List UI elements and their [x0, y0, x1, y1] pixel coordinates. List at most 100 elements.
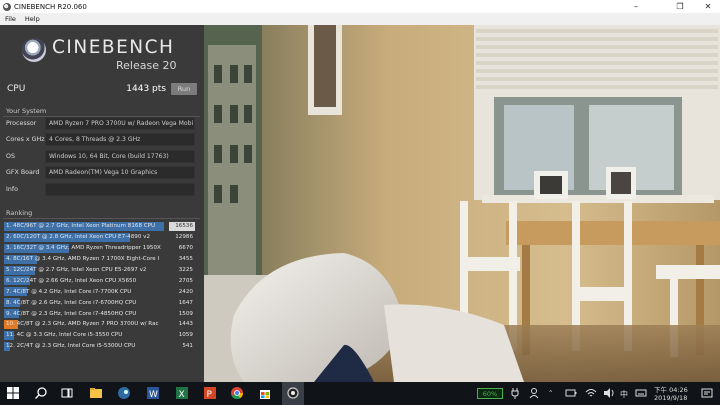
ranking-score: 1443 [178, 321, 193, 328]
system-info: Processor AMD Ryzen 7 PRO 3700U w/ Radeo… [3, 115, 200, 198]
ranking-row[interactable]: 10. 4C/8T @ 2.3 GHz, AMD Ryzen 7 PRO 370… [4, 319, 195, 330]
cinebench-app-icon [3, 2, 11, 11]
ranking-row[interactable]: 12. 2C/4T @ 2.3 GHz, Intel Core i5-5300U… [4, 341, 195, 352]
ranking-row[interactable]: 2. 60C/120T @ 2.8 GHz, Intel Xeon CPU E7… [4, 232, 195, 243]
ranking-label: 7. 4C/8T @ 4.2 GHz, Intel Core i7-7700K … [6, 288, 132, 295]
ranking-label: 9. 4C/8T @ 2.3 GHz, Intel Core i7-4850HQ… [6, 310, 137, 317]
system-key: Cores x GHz [6, 136, 45, 144]
excel-icon[interactable]: X [175, 386, 189, 400]
ranking-score: 2420 [178, 288, 193, 295]
ranking-score: 12986 [175, 234, 193, 241]
cpu-test-row: CPU 1443 pts Run [3, 80, 200, 98]
clock-date[interactable]: 2019/9/18 [654, 394, 687, 402]
ranking-row[interactable]: 3. 16C/32T @ 3.4 GHz, AMD Ryzen Threadri… [4, 243, 195, 254]
ranking-label: 10. 4C/8T @ 2.3 GHz, AMD Ryzen 7 PRO 370… [6, 321, 159, 328]
ranking-row[interactable]: 9. 4C/8T @ 2.3 GHz, Intel Core i7-4850HQ… [4, 308, 195, 319]
cinebench-taskbar-item[interactable] [282, 382, 304, 405]
system-value: AMD Radeon(TM) Vega 10 Graphics [45, 166, 195, 180]
logo-name: CINEBENCH [52, 37, 175, 58]
power-plug-icon[interactable] [508, 386, 522, 400]
cinebench-taskbar-icon [287, 387, 299, 399]
chevron-up-icon[interactable]: ⌃ [548, 389, 553, 397]
system-value: Windows 10, 64 Bit, Core (build 17763) [45, 149, 195, 163]
system-row-cores: Cores x GHz 4 Cores, 8 Threads @ 2.3 GHz [3, 132, 200, 149]
menu-help[interactable]: Help [25, 15, 40, 23]
left-panel: CINEBENCH Release 20 CPU 1443 pts Run Yo… [0, 25, 204, 382]
scene-illustration [204, 25, 720, 382]
task-view-icon[interactable] [60, 386, 74, 400]
system-key: Info [6, 185, 18, 193]
cinebench-logo: CINEBENCH Release 20 [6, 28, 198, 75]
ranking-score: 3225 [178, 267, 193, 273]
cpu-score: 1443 pts [126, 84, 166, 94]
ranking-row[interactable]: 6. 12C/24T @ 2.66 GHz, Intel Xeon CPU X5… [4, 275, 195, 286]
volume-icon[interactable] [602, 386, 616, 400]
ranking-row[interactable]: 1. 48C/96T @ 2.7 GHz, Intel Xeon Platinu… [4, 221, 195, 232]
logo-release: Release 20 [116, 59, 177, 72]
windows-start-icon[interactable] [6, 386, 20, 400]
ranking-label: 12. 2C/4T @ 2.3 GHz, Intel Core i5-5300U… [6, 343, 136, 350]
ranking-label: 8. 4C/8T @ 2.6 GHz, Intel Core i7-6700HQ… [6, 299, 137, 306]
cinema4d-logo-icon [22, 38, 46, 62]
powerpoint-icon[interactable]: P [203, 386, 217, 400]
ranking-row[interactable]: 8. 4C/8T @ 2.6 GHz, Intel Core i7-6700HQ… [4, 297, 195, 308]
ranking-row[interactable]: 4. 8C/16T @ 3.4 GHz, AMD Ryzen 7 1700X E… [4, 254, 195, 265]
window-title: CINEBENCH R20.060 [14, 2, 87, 11]
system-row-processor: Processor AMD Ryzen 7 PRO 3700U w/ Radeo… [3, 115, 200, 132]
ranking-row[interactable]: 11. 4C @ 3.3 GHz, Intel Core i5-3550 CPU… [4, 330, 195, 341]
system-key: OS [6, 152, 15, 160]
store-icon[interactable] [258, 386, 272, 400]
word-icon[interactable]: W [146, 386, 160, 400]
render-scene-image [204, 25, 720, 382]
cpu-label: CPU [7, 84, 26, 94]
run-button[interactable]: Run [171, 83, 197, 95]
system-value: 4 Cores, 8 Threads @ 2.3 GHz [45, 133, 195, 147]
system-key: Processor [6, 119, 37, 127]
system-value: AMD Ryzen 7 PRO 3700U w/ Radeon Vega Mob… [45, 116, 195, 130]
ranking-score: 6670 [178, 245, 193, 252]
chrome-icon[interactable] [230, 386, 244, 400]
battery-percent[interactable]: 60% [477, 388, 503, 399]
ranking-row[interactable]: 5. 12C/24T @ 2.7 GHz, Intel Xeon CPU E5-… [4, 265, 195, 276]
notifications-icon[interactable] [700, 386, 714, 400]
people-icon[interactable] [528, 386, 542, 400]
system-row-os: OS Windows 10, 64 Bit, Core (build 17763… [3, 148, 200, 165]
system-info-field[interactable] [45, 182, 195, 196]
svg-text:P: P [207, 390, 213, 400]
close-button[interactable]: ✕ [696, 0, 720, 13]
ranking-score: 541 [182, 343, 193, 350]
wifi-icon[interactable] [584, 386, 598, 400]
input-method-indicator[interactable]: 中 [620, 389, 628, 400]
windows-taskbar: W X P 60% ⌃ 中 下午 04:26 2019/9/18 [0, 382, 720, 405]
ranking-label: 1. 48C/96T @ 2.7 GHz, Intel Xeon Platinu… [6, 223, 156, 230]
ranking-score: 3455 [178, 256, 193, 263]
steam-like-app-icon[interactable] [117, 386, 131, 400]
ranking-label: 5. 12C/24T @ 2.7 GHz, Intel Xeon CPU E5-… [6, 267, 147, 273]
ranking-label: 11. 4C @ 3.3 GHz, Intel Core i5-3550 CPU [6, 332, 123, 339]
menu-file[interactable]: File [5, 15, 16, 23]
keyboard-icon[interactable] [634, 386, 648, 400]
system-row-gfx: GFX Board AMD Radeon(TM) Vega 10 Graphic… [3, 165, 200, 182]
maximize-button[interactable]: ❐ [668, 0, 692, 13]
ranking-label: 3. 16C/32T @ 3.4 GHz, AMD Ryzen Threadri… [6, 245, 161, 252]
menu-bar: File Help [0, 13, 720, 25]
ranking-score: 1647 [178, 299, 193, 306]
ranking-label: 4. 8C/16T @ 3.4 GHz, AMD Ryzen 7 1700X E… [6, 256, 160, 263]
ranking-score: 1059 [178, 332, 193, 339]
svg-text:X: X [179, 390, 185, 400]
ranking-label: 2. 60C/120T @ 2.8 GHz, Intel Xeon CPU E7… [6, 234, 151, 241]
ranking-header: Ranking [3, 209, 200, 219]
system-key: GFX Board [6, 169, 40, 177]
svg-text:W: W [149, 390, 158, 400]
minimize-button[interactable]: – [624, 0, 648, 13]
file-explorer-icon[interactable] [89, 386, 103, 400]
search-icon[interactable] [34, 386, 48, 400]
title-bar: CINEBENCH R20.060 – ❐ ✕ [0, 0, 720, 13]
system-row-info: Info [3, 181, 200, 198]
battery-tray-icon[interactable] [564, 386, 578, 400]
ranking-score: 16536 [175, 223, 193, 230]
ranking-score: 2705 [178, 277, 193, 284]
clock-time[interactable]: 下午 04:26 [654, 384, 688, 394]
ranking-row[interactable]: 7. 4C/8T @ 4.2 GHz, Intel Core i7-7700K … [4, 286, 195, 297]
ranking-list: 1. 48C/96T @ 2.7 GHz, Intel Xeon Platinu… [4, 221, 195, 352]
